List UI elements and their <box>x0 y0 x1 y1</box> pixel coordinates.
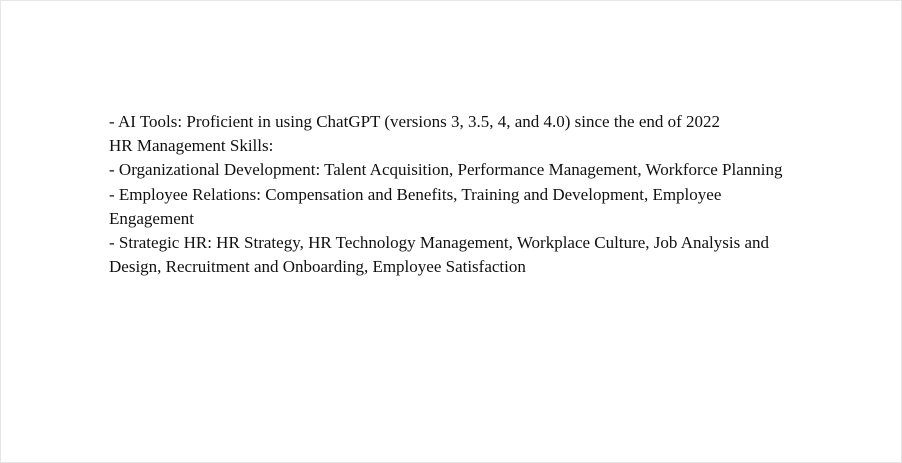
strategic-hr-line: - Strategic HR: HR Strategy, HR Technolo… <box>109 233 770 277</box>
employee-relations-line: - Employee Relations: Compensation and B… <box>109 184 722 228</box>
ai-tools-line: - AI Tools: Proficient in using ChatGPT … <box>109 112 721 131</box>
document-body: - AI Tools: Proficient in using ChatGPT … <box>109 110 799 279</box>
hr-skills-heading: HR Management Skills: <box>109 136 274 156</box>
document-page: - AI Tools: Proficient in using ChatGPT … <box>0 0 902 463</box>
organizational-development-line: - Organizational Development: Talent Acq… <box>109 160 783 180</box>
